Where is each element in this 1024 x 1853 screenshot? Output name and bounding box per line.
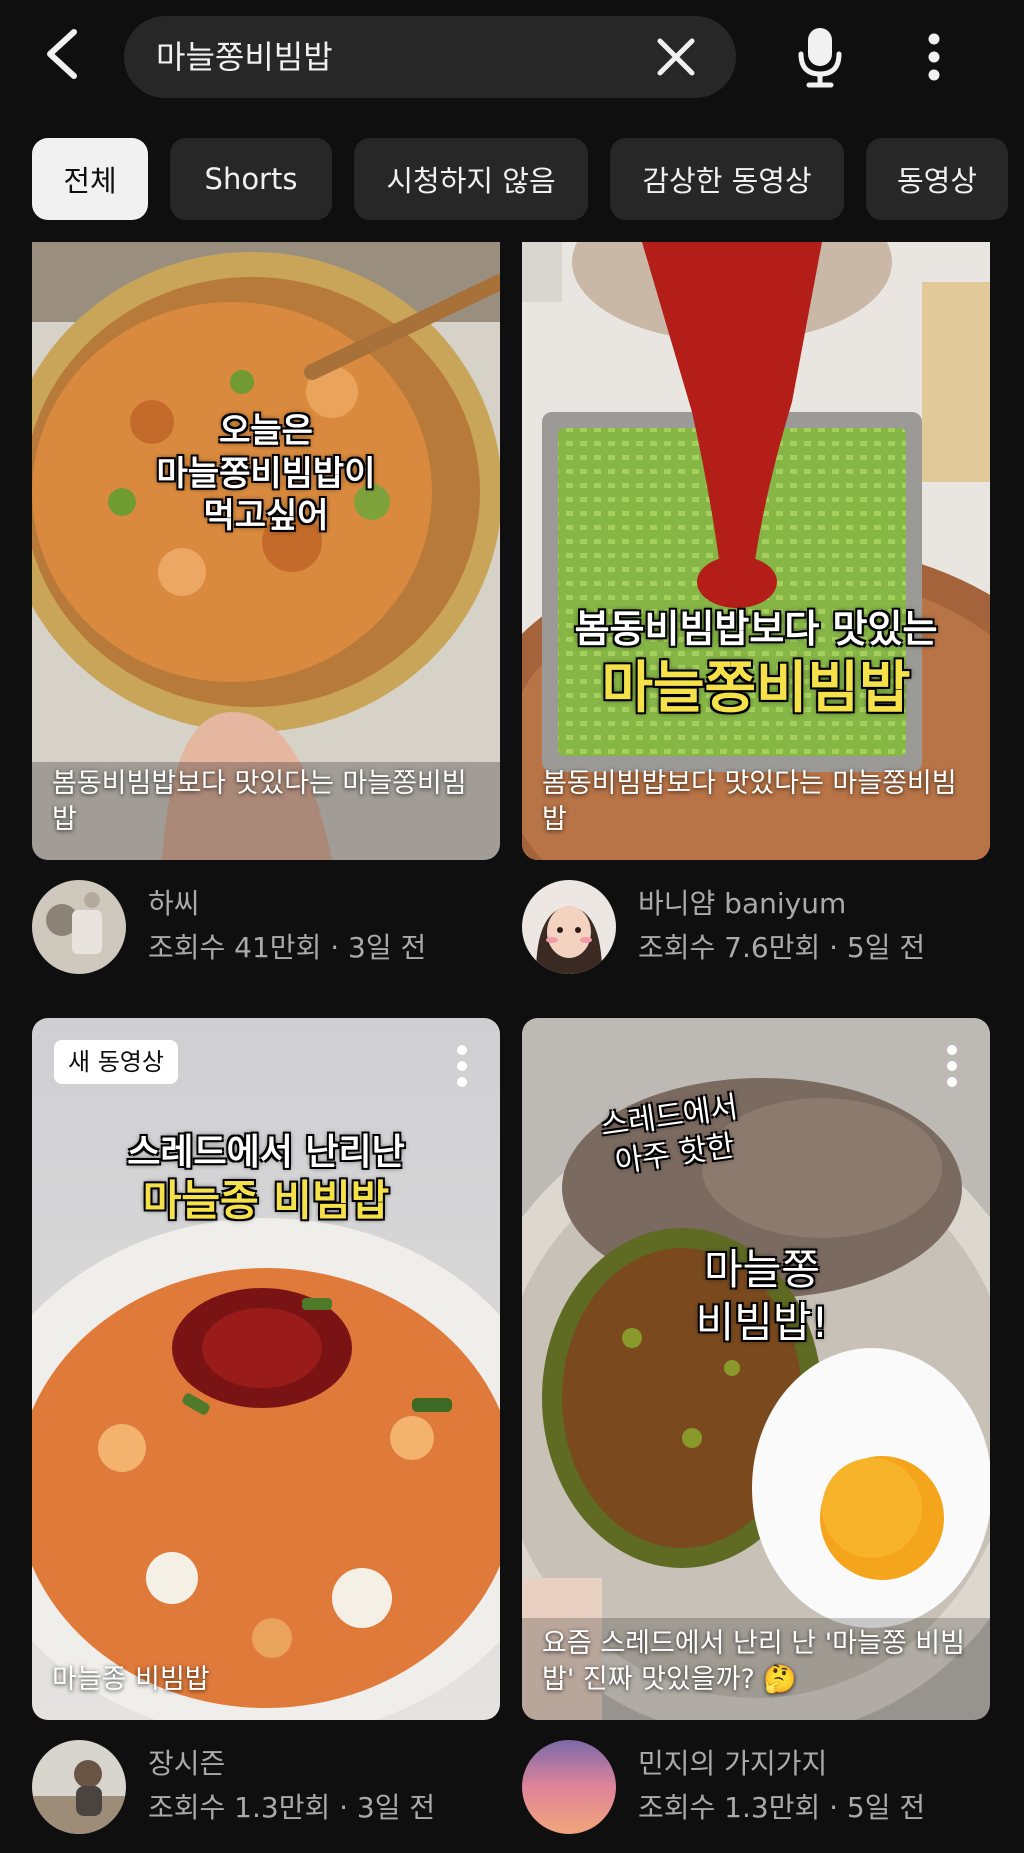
chip-shorts[interactable]: Shorts (170, 138, 332, 220)
overlay-line-highlight: 마늘종 비빔밥 (142, 1176, 390, 1225)
card-more-button[interactable] (448, 1042, 476, 1090)
more-vert-icon (947, 1045, 957, 1087)
video-thumbnail[interactable]: 오늘은 마늘쫑비빔밥이 먹고싶어 봄동비빔밥보다 맛있다는 마늘쫑비빔밥 (32, 242, 500, 860)
video-stats: 조회수 7.6만회 · 5일 전 (638, 931, 926, 964)
new-video-badge: 새 동영상 (54, 1040, 178, 1084)
thumbnail-image (32, 1018, 500, 1720)
chip-watched[interactable]: 감상한 동영상 (610, 138, 844, 220)
avatar[interactable] (522, 880, 616, 974)
overlay-line: 봄동비빔밥보다 맛있는 (574, 607, 938, 651)
overlay-line: 마늘쫑 (704, 1245, 820, 1294)
channel-avatar-image (32, 880, 126, 974)
overlay-line: 스레드에서 난리난 (127, 1132, 405, 1173)
video-thumbnail[interactable]: 새 동영상 스레드에서 난리난 마늘종 비빔밥 마늘종 비빔밥 (32, 1018, 500, 1720)
channel-name[interactable]: 민지의 가지가지 (638, 1742, 827, 1782)
more-vert-icon (928, 33, 940, 81)
channel-name[interactable]: 장시즌 (148, 1742, 225, 1782)
overlay-line: 먹고싶어 (203, 496, 329, 536)
video-title: 마늘종 비빔밥 (52, 1664, 210, 1695)
video-title: 봄동비빔밥보다 맛있다는 마늘쫑비빔밥 (542, 768, 957, 835)
video-meta: 바니얌 baniyum 조회수 7.6만회 · 5일 전 (522, 880, 990, 990)
thumbnail-overlay-text: 오늘은 마늘쫑비빔밥이 먹고싶어 (32, 410, 500, 538)
channel-name[interactable]: 하씨 (148, 882, 200, 922)
video-meta: 하씨 조회수 41만회 · 3일 전 (32, 880, 500, 990)
filter-chips: 전체 Shorts 시청하지 않음 감상한 동영상 동영상 (0, 138, 1024, 222)
more-vert-icon (457, 1045, 467, 1087)
back-button[interactable] (30, 22, 94, 86)
overlay-line: 비빔밥! (695, 1297, 829, 1347)
overlay-line: 오늘은 (219, 411, 313, 451)
avatar[interactable] (522, 1740, 616, 1834)
video-stats: 조회수 1.3만회 · 3일 전 (148, 1791, 436, 1824)
video-card[interactable]: 오늘은 마늘쫑비빔밥이 먹고싶어 봄동비빔밥보다 맛있다는 마늘쫑비빔밥 하씨 … (32, 242, 500, 990)
avatar[interactable] (32, 1740, 126, 1834)
chip-videos[interactable]: 동영상 (866, 138, 1008, 220)
microphone-icon (798, 28, 842, 88)
chip-unwatched[interactable]: 시청하지 않음 (354, 138, 588, 220)
chip-all[interactable]: 전체 (32, 138, 148, 220)
video-stats: 조회수 41만회 · 3일 전 (148, 931, 427, 964)
channel-avatar-image (522, 1740, 616, 1834)
channel-avatar-image (522, 880, 616, 974)
close-icon (657, 38, 695, 76)
clear-search-button[interactable] (652, 33, 700, 81)
search-input[interactable]: 마늘쫑비빔밥 (124, 16, 736, 98)
overlay-line-highlight: 마늘쫑비빔밥 (601, 655, 911, 721)
search-results-page: 마늘쫑비빔밥 전체 Shorts 시청하지 않음 감상한 동영상 동영상 오늘은… (0, 0, 1024, 1853)
channel-avatar-image (32, 1740, 126, 1834)
card-more-button[interactable] (938, 1042, 966, 1090)
video-meta: 민지의 가지가지 조회수 1.3만회 · 5일 전 (522, 1740, 990, 1850)
thumbnail-overlay-text: 마늘쫑 비빔밥! (662, 1244, 862, 1349)
voice-search-button[interactable] (790, 22, 850, 92)
video-stats: 조회수 1.3만회 · 5일 전 (638, 1791, 926, 1824)
video-thumbnail[interactable]: 봄동비빔밥보다 맛있는 마늘쫑비빔밥 봄동비빔밥보다 맛있다는 마늘쫑비빔밥 (522, 242, 990, 860)
video-title: 봄동비빔밥보다 맛있다는 마늘쫑비빔밥 (52, 768, 467, 835)
overlay-line: 마늘쫑비빔밥이 (156, 453, 376, 494)
thumbnail-overlay-text: 봄동비빔밥보다 맛있는 마늘쫑비빔밥 (522, 606, 990, 724)
back-arrow-icon (47, 29, 77, 79)
search-query-text: 마늘쫑비빔밥 (156, 38, 333, 76)
channel-name[interactable]: 바니얌 baniyum (638, 882, 846, 922)
thumbnail-overlay-text: 스레드에서 난리난 마늘종 비빔밥 (32, 1130, 500, 1228)
video-meta: 장시즌 조회수 1.3만회 · 3일 전 (32, 1740, 500, 1850)
video-card[interactable]: 새 동영상 스레드에서 난리난 마늘종 비빔밥 마늘종 비빔밥 장시즌 조회수 … (32, 1018, 500, 1850)
video-thumbnail[interactable]: 스레드에서 아주 핫한 마늘쫑 비빔밥! 요즘 스레드에서 난리 난 '마늘쫑 … (522, 1018, 990, 1720)
more-options-button[interactable] (904, 24, 964, 90)
video-card[interactable]: 봄동비빔밥보다 맛있는 마늘쫑비빔밥 봄동비빔밥보다 맛있다는 마늘쫑비빔밥 바… (522, 242, 990, 990)
avatar[interactable] (32, 880, 126, 974)
video-title: 요즘 스레드에서 난리 난 '마늘쫑 비빔밥' 진짜 맛있을까? 🤔 (542, 1628, 965, 1695)
video-card[interactable]: 스레드에서 아주 핫한 마늘쫑 비빔밥! 요즘 스레드에서 난리 난 '마늘쫑 … (522, 1018, 990, 1850)
top-bar: 마늘쫑비빔밥 (0, 0, 1024, 120)
